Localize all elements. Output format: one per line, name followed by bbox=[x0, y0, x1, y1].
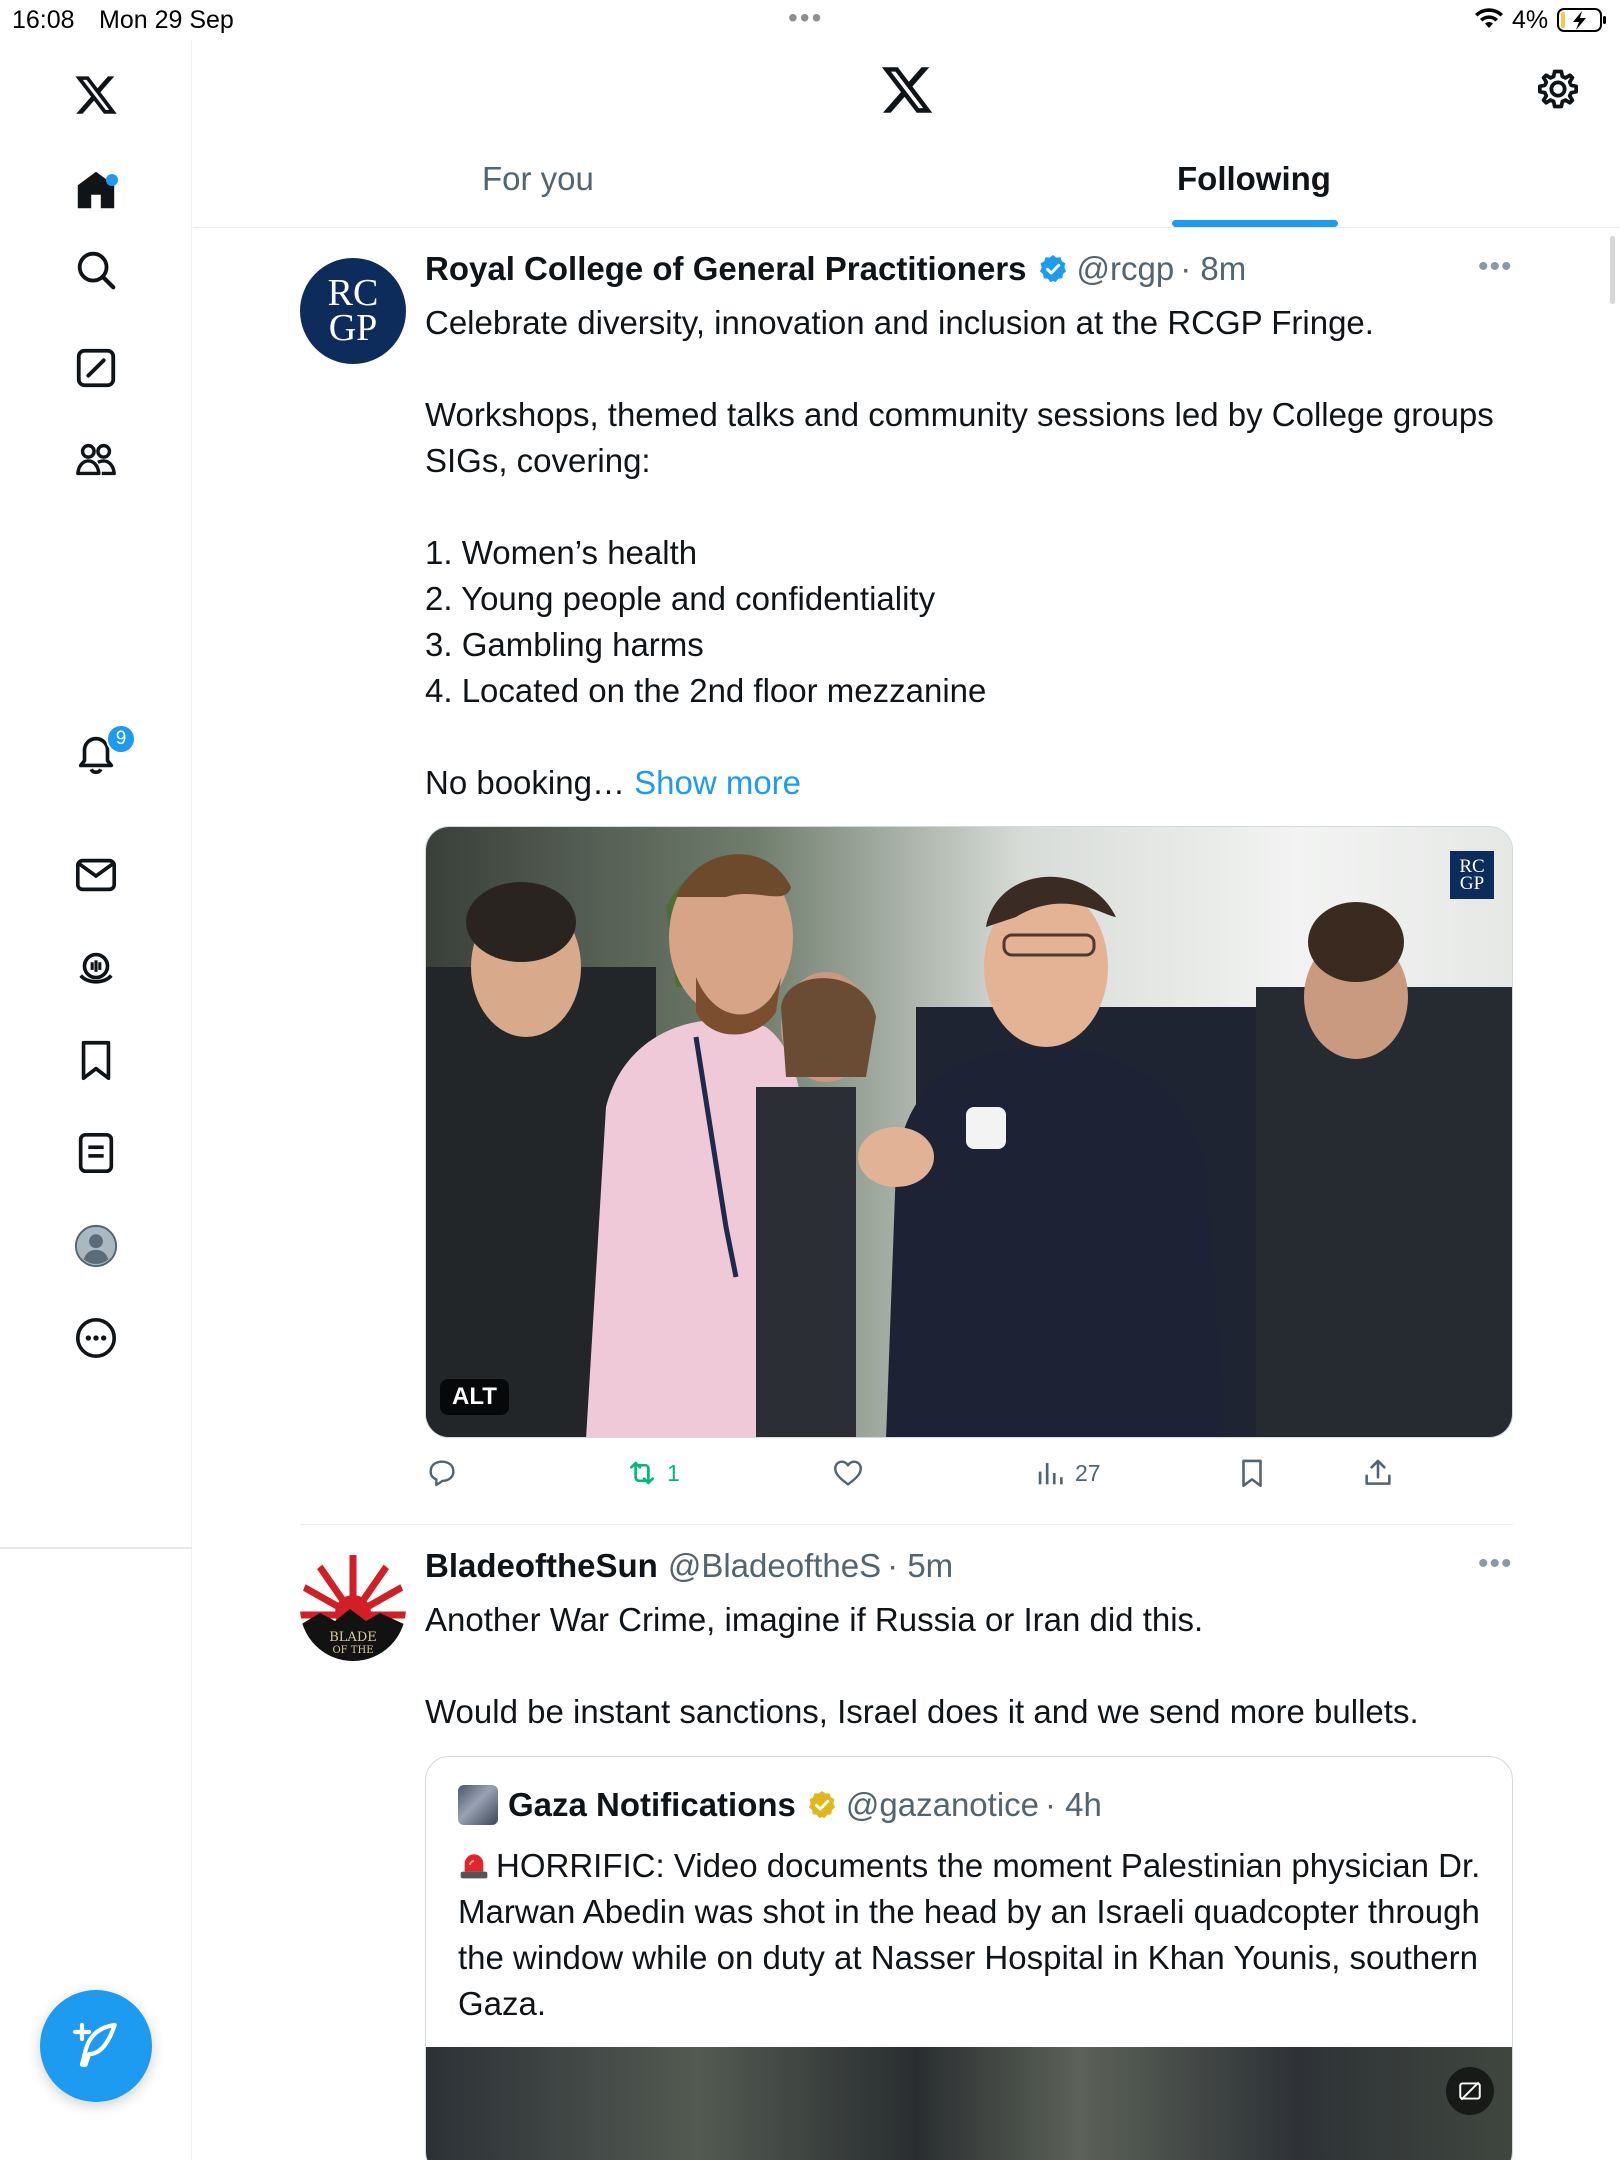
author-handle[interactable]: @BladeoftheS bbox=[668, 1547, 881, 1585]
repost-icon bbox=[630, 1461, 654, 1485]
battery-icon bbox=[1557, 8, 1606, 32]
repost-count: 1 bbox=[667, 1459, 680, 1486]
tab-following[interactable]: Following bbox=[1177, 160, 1331, 198]
tweet-body: Celebrate diversity, innovation and incl… bbox=[425, 304, 1494, 801]
author-name[interactable]: Royal College of General Practitioners bbox=[425, 250, 1027, 288]
battery-percent: 4% bbox=[1512, 6, 1549, 34]
reply-icon bbox=[429, 1460, 455, 1487]
repost-button[interactable]: 1 bbox=[625, 1456, 680, 1490]
tweet-time[interactable]: · 5m bbox=[887, 1547, 953, 1585]
compose-feather-icon bbox=[72, 2022, 117, 2067]
tweet-time[interactable]: · 8m bbox=[1180, 250, 1246, 288]
author-handle[interactable]: @rcgp bbox=[1077, 250, 1175, 288]
tweet-header: BladeoftheSun @BladeoftheS · 5m bbox=[425, 1547, 953, 1585]
share-icon bbox=[1365, 1459, 1391, 1485]
svg-text:OF THE: OF THE bbox=[332, 1645, 373, 1656]
svg-text:BLADE: BLADE bbox=[329, 1630, 377, 1645]
status-date: Mon 29 Sep bbox=[99, 6, 234, 34]
compose-post-button[interactable] bbox=[40, 1990, 152, 2102]
bladeofthesun-avatar[interactable]: BLADE OF THE bbox=[300, 1555, 406, 1661]
views-count: 27 bbox=[1075, 1459, 1101, 1486]
watermark-text: GP bbox=[1459, 873, 1485, 894]
tweet-more-icon[interactable]: ••• bbox=[1478, 250, 1513, 284]
messages-icon[interactable] bbox=[66, 845, 126, 905]
verified-gold-badge-icon bbox=[808, 1791, 835, 1819]
show-more-link[interactable]: Show more bbox=[634, 764, 801, 801]
tweet-text: Another War Crime, imagine if Russia or … bbox=[425, 1601, 1419, 1730]
spaces-icon[interactable] bbox=[66, 938, 126, 998]
home-icon[interactable] bbox=[66, 160, 126, 220]
avatar-text-line: RC bbox=[327, 272, 379, 315]
tab-for-you[interactable]: For you bbox=[482, 160, 594, 198]
timeline-scrollbar[interactable] bbox=[1610, 236, 1615, 304]
views-chart-icon bbox=[1038, 1463, 1063, 1485]
reply-button[interactable] bbox=[425, 1456, 459, 1490]
tweet-photo[interactable]: RC GP ALT bbox=[425, 826, 1513, 1438]
tweet-actions: 1 27 bbox=[425, 1456, 1513, 1496]
sidebar-divider bbox=[0, 1547, 192, 1549]
status-time: 16:08 bbox=[12, 6, 75, 34]
x-logo-icon[interactable] bbox=[879, 62, 935, 118]
alt-text-badge[interactable]: ALT bbox=[440, 1379, 509, 1415]
bookmarks-icon[interactable] bbox=[66, 1030, 126, 1090]
lists-icon[interactable] bbox=[66, 1123, 126, 1183]
tweet-more-icon[interactable]: ••• bbox=[1478, 1547, 1513, 1581]
communities-icon[interactable] bbox=[66, 430, 126, 490]
tweet-divider bbox=[300, 1524, 1513, 1525]
home-unread-dot bbox=[106, 174, 118, 186]
profile-avatar-icon[interactable] bbox=[66, 1216, 126, 1276]
tweet-text: Celebrate diversity, innovation and incl… bbox=[425, 300, 1515, 806]
author-name[interactable]: BladeoftheSun bbox=[425, 1547, 658, 1585]
quoted-tweet-text: HORRIFIC: Video documents the moment Pal… bbox=[458, 1843, 1488, 2027]
quoted-author-name[interactable]: Gaza Notifications bbox=[508, 1786, 796, 1824]
search-icon[interactable] bbox=[66, 240, 126, 300]
quoted-tweet-time[interactable]: · 4h bbox=[1045, 1786, 1102, 1824]
share-button[interactable] bbox=[1361, 1456, 1395, 1490]
bookmark-button[interactable] bbox=[1235, 1456, 1269, 1490]
rcgp-avatar[interactable]: RC GP bbox=[300, 258, 406, 364]
notifications-badge: 9 bbox=[106, 724, 136, 754]
multitasking-dots-icon[interactable]: ••• bbox=[788, 2, 823, 34]
quoted-tweet-body: HORRIFIC: Video documents the moment Pal… bbox=[458, 1847, 1481, 2022]
heart-icon bbox=[834, 1460, 862, 1486]
like-button[interactable] bbox=[831, 1456, 865, 1490]
sidebar: 9 bbox=[0, 40, 192, 2160]
avatar-text-line: GP bbox=[328, 307, 378, 349]
active-tab-indicator bbox=[1172, 220, 1338, 227]
more-options-icon[interactable] bbox=[66, 1308, 126, 1368]
wifi-icon bbox=[1475, 8, 1503, 28]
timeline-header: For you Following bbox=[193, 40, 1620, 228]
sensitive-content-icon[interactable] bbox=[1446, 2067, 1494, 2115]
views-button[interactable]: 27 bbox=[1033, 1456, 1101, 1490]
x-logo-icon[interactable] bbox=[66, 65, 126, 125]
grok-icon[interactable] bbox=[66, 338, 126, 398]
bookmark-icon bbox=[1242, 1459, 1262, 1488]
quoted-tweet[interactable]: Gaza Notifications @gazanotice · 4h HORR… bbox=[425, 1756, 1513, 2160]
event-photo-image bbox=[426, 827, 1512, 1437]
rotating-light-icon bbox=[460, 1854, 488, 1879]
quoted-author-handle[interactable]: @gazanotice bbox=[846, 1786, 1039, 1824]
gaza-notifications-avatar[interactable] bbox=[458, 1785, 498, 1825]
quoted-video-thumbnail[interactable] bbox=[426, 2047, 1512, 2160]
rising-sun-avatar-image: BLADE OF THE bbox=[300, 1555, 406, 1661]
tweet-header: Royal College of General Practitioners @… bbox=[425, 250, 1246, 288]
settings-gear-icon[interactable] bbox=[1533, 64, 1583, 114]
quoted-tweet-header: Gaza Notifications @gazanotice · 4h bbox=[458, 1785, 1102, 1825]
rcgp-watermark-logo: RC GP bbox=[1450, 851, 1494, 899]
status-bar: 16:08 Mon 29 Sep ••• 4% bbox=[0, 0, 1620, 40]
verified-badge-icon bbox=[1039, 255, 1066, 283]
